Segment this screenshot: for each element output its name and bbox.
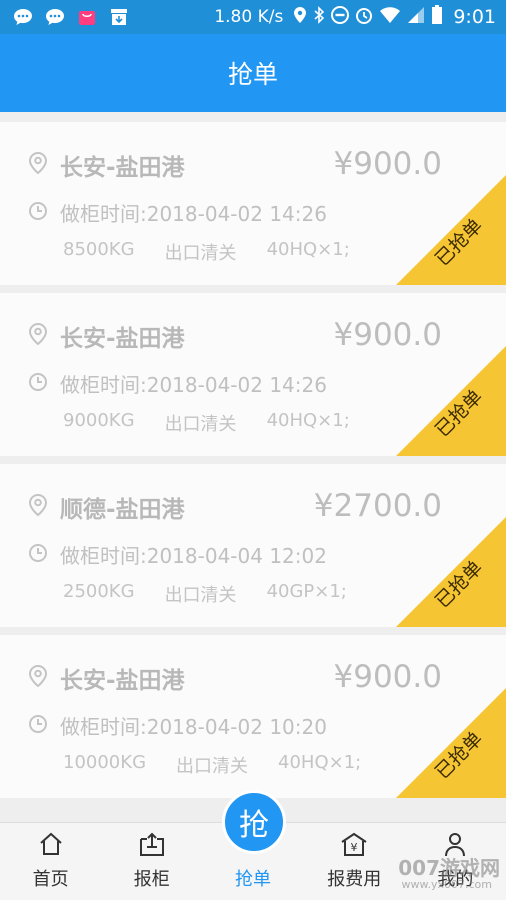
- order-card[interactable]: 顺德-盐田港 ¥2700.0 做柜时间:2018-04-04 12:02 250…: [0, 464, 506, 627]
- shopping-bag-icon: [76, 7, 98, 27]
- bluetooth-icon: [313, 5, 325, 29]
- status-ribbon: 已抢单: [396, 175, 506, 285]
- order-card[interactable]: 长安-盐田港 ¥900.0 做柜时间:2018-04-02 10:20 1000…: [0, 635, 506, 798]
- order-list[interactable]: 长安-盐田港 ¥900.0 做柜时间:2018-04-02 14:26 8500…: [0, 122, 506, 806]
- status-ribbon: 已抢单: [396, 688, 506, 798]
- yen-house-icon: ¥: [340, 829, 368, 859]
- order-container: 40HQ×1;: [266, 410, 350, 431]
- order-time: 做柜时间:2018-04-02 14:26: [60, 373, 327, 397]
- order-weight: 2500KG: [63, 581, 135, 602]
- wifi-icon: [379, 6, 401, 29]
- tab-label: 抢单: [235, 869, 271, 890]
- order-time: 做柜时间:2018-04-02 14:26: [60, 202, 327, 226]
- location-pin-icon: [28, 493, 48, 521]
- order-container: 40HQ×1;: [266, 239, 350, 260]
- system-indicators: 1.80 K/s 9:01: [214, 4, 506, 30]
- order-container: 40HQ×1;: [278, 752, 362, 773]
- order-type: 出口清关: [164, 585, 237, 606]
- clock-icon: [28, 201, 48, 225]
- do-not-disturb-icon: [331, 5, 350, 29]
- location-icon: [293, 6, 307, 29]
- tab-home[interactable]: 首页: [0, 823, 101, 900]
- location-pin-icon: [28, 151, 48, 179]
- chat-bubble-icon: [44, 7, 66, 27]
- alarm-icon: [355, 6, 373, 29]
- order-type: 出口清关: [176, 756, 249, 777]
- order-time: 做柜时间:2018-04-04 12:02: [60, 544, 327, 568]
- clock-icon: [28, 543, 48, 567]
- order-container: 40GP×1;: [266, 581, 347, 602]
- status-ribbon: 已抢单: [396, 517, 506, 627]
- tab-label: 报费用: [327, 869, 382, 890]
- tab-label: 报柜: [133, 869, 170, 890]
- order-card[interactable]: 长安-盐田港 ¥900.0 做柜时间:2018-04-02 14:26 8500…: [0, 122, 506, 285]
- status-ribbon: 已抢单: [396, 346, 506, 456]
- order-weight: 8500KG: [63, 239, 135, 260]
- tab-report-fee[interactable]: ¥ 报费用: [304, 823, 405, 900]
- page-title: 抢单: [227, 60, 278, 89]
- order-route: 长安-盐田港: [60, 155, 185, 181]
- clock-icon: [28, 714, 48, 738]
- order-type: 出口清关: [164, 414, 237, 435]
- battery-icon: [431, 4, 443, 30]
- order-time: 做柜时间:2018-04-02 10:20: [60, 715, 327, 739]
- status-bar: 1.80 K/s 9:01: [0, 0, 506, 34]
- svg-text:¥: ¥: [351, 841, 358, 854]
- order-card[interactable]: 长安-盐田港 ¥900.0 做柜时间:2018-04-02 14:26 9000…: [0, 293, 506, 456]
- order-route: 长安-盐田港: [60, 326, 185, 352]
- order-type: 出口清关: [164, 243, 237, 264]
- tab-label: 首页: [32, 869, 69, 890]
- order-route: 顺德-盐田港: [60, 497, 185, 523]
- order-weight: 9000KG: [63, 410, 135, 431]
- app-bar: 抢单: [0, 34, 506, 112]
- grab-order-button[interactable]: 抢: [222, 790, 286, 854]
- signal-icon: [407, 6, 425, 29]
- network-speed: 1.80 K/s: [214, 7, 284, 27]
- watermark: 007游戏网: [398, 856, 500, 880]
- order-weight: 10000KG: [63, 752, 147, 773]
- clock-icon: [28, 372, 48, 396]
- download-box-icon: [108, 7, 130, 27]
- watermark-url: www.yx007.com: [401, 878, 492, 891]
- notification-icons: [0, 7, 130, 27]
- location-pin-icon: [28, 322, 48, 350]
- location-pin-icon: [28, 664, 48, 692]
- home-icon: [38, 829, 64, 859]
- clock: 9:01: [453, 6, 496, 28]
- tab-report-container[interactable]: 报柜: [101, 823, 202, 900]
- order-route: 长安-盐田港: [60, 668, 185, 694]
- chat-bubble-icon: [12, 7, 34, 27]
- upload-box-icon: [138, 829, 166, 859]
